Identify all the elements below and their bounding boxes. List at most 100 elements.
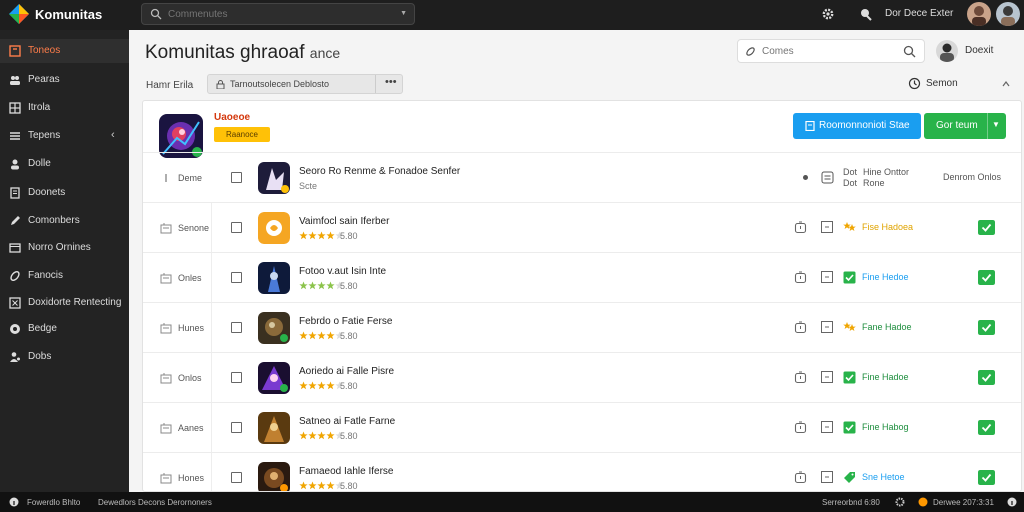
row-title[interactable]: Fotoo v.aut Isin Inte [299,266,386,277]
check-icon[interactable] [843,421,856,434]
info-icon[interactable] [799,171,812,184]
search-icon[interactable] [903,45,916,58]
table-row[interactable]: Onles Fotoo v.aut Isin Inte 5.80 Fine Hedoe [143,252,1021,303]
table-row[interactable]: Onlos Aoriedo ai Falle Pisre 5.80 Fine Hado… [143,352,1021,403]
gear-icon[interactable] [821,7,835,21]
notification-icon[interactable] [859,7,873,21]
check-icon[interactable] [978,420,995,435]
column-header[interactable]: Dot Dot [843,167,857,189]
row-title[interactable]: Febrdo o Fatie Ferse [299,316,392,327]
sidebar-item-itrola[interactable]: Itrola [0,96,129,120]
sidebar-item-toneos[interactable]: Toneos [0,39,129,63]
main-search-box[interactable] [737,39,925,63]
sidebar-item-doxidorte[interactable]: Doxidorte Rentecting [0,291,129,315]
row-title[interactable]: Famaeod Iahle Iferse [299,466,394,477]
check-icon[interactable] [978,370,995,385]
check-icon[interactable] [978,270,995,285]
sidebar-item-comonbers[interactable]: Comonbers [0,209,129,233]
chevron-down-icon[interactable]: ▼ [992,120,1000,129]
row-checkbox[interactable] [231,222,242,233]
primary-action-button[interactable]: Roomonnonioti Stae [793,113,921,139]
top-search-input[interactable] [168,7,398,22]
sidebar-item-norro-ornines[interactable]: Norro Ornines [0,236,129,260]
sidebar-item-label: Toneos [28,45,61,56]
row-checkbox[interactable] [231,272,242,283]
app-brand: Komunitas [35,7,103,22]
top-user-name[interactable]: Dor Dece Exter [885,8,953,19]
column-header[interactable]: Denrom Onlos [943,172,1001,182]
minus-box-icon[interactable] [821,321,833,333]
star-icon [317,281,326,290]
row-checkbox[interactable] [231,372,242,383]
row-checkbox[interactable] [231,472,242,483]
minus-box-icon[interactable] [821,221,833,233]
row-thumbnail[interactable] [258,262,290,294]
page-title-text: Komunitas ghraoaf [145,42,305,63]
avatar[interactable] [996,2,1020,26]
row-thumbnail[interactable] [258,412,290,444]
check-icon[interactable] [978,470,995,485]
tag-icon[interactable] [843,471,856,484]
minus-box-icon[interactable] [821,371,833,383]
table-row[interactable]: Hunes Febrdo o Fatie Ferse 5.80 Fane Hadoe [143,302,1021,353]
avatar[interactable] [967,2,991,26]
sidebar-item-tepens[interactable]: Tepens ‹ [0,124,129,148]
minus-box-icon[interactable] [821,271,833,283]
avatar[interactable] [936,40,958,62]
main-search-input[interactable] [762,44,902,59]
star-icon [299,231,308,240]
check-icon[interactable] [978,320,995,335]
row-thumbnail[interactable] [258,162,290,194]
grid-icon[interactable] [821,171,834,184]
row-title[interactable]: Satneo ai Fatle Farne [299,416,395,427]
table-row[interactable]: Aanes Satneo ai Fatle Farne 5.80 Fine Habog [143,402,1021,453]
timer-icon[interactable] [794,471,807,484]
timer-icon[interactable] [794,271,807,284]
sidebar-item-fanocis[interactable]: Fanocis [0,264,129,288]
column-header[interactable]: Hine Onttor Rone [863,167,918,189]
row-thumbnail[interactable] [258,462,290,491]
row-title[interactable]: Aoriedo ai Falle Pisre [299,366,394,377]
row-divider [211,453,212,491]
row-thumbnail[interactable] [258,212,290,244]
main-user-name[interactable]: Doexit [965,45,993,56]
timer-icon[interactable] [794,321,807,334]
sidebar-item-dobs[interactable]: Dobs [0,345,129,369]
check-icon[interactable] [843,271,856,284]
secondary-action-button[interactable]: Gor teum ▼ [924,113,1006,139]
more-options-icon[interactable]: ••• [385,76,397,88]
star-icon[interactable] [843,321,856,334]
sidebar-item-doonets[interactable]: Doonets [0,181,129,205]
row-thumbnail[interactable] [258,362,290,394]
row-title[interactable]: Vaimfocl sain Iferber [299,216,389,227]
chevron-left-icon[interactable]: ‹ [111,129,115,141]
gear-icon[interactable] [895,497,905,507]
sidebar-item-dolle[interactable]: Dolle [0,152,129,176]
toolbar-group[interactable]: Tarnoutsolecen Deblosto ••• [207,74,403,94]
minus-box-icon[interactable] [821,471,833,483]
chevron-up-icon[interactable] [1001,79,1011,89]
top-search-box[interactable]: ▼ [141,3,415,25]
table-row[interactable]: Senone Vaimfocl sain Iferber 5.80 Fise Hado… [143,202,1021,253]
check-icon[interactable] [843,371,856,384]
sidebar-item-pearas[interactable]: Pearas [0,68,129,92]
chevron-down-icon[interactable]: ▼ [400,10,407,17]
row-checkbox[interactable] [231,422,242,433]
sort-label[interactable]: Semon [926,78,958,89]
row-checkbox[interactable] [231,322,242,333]
check-icon[interactable] [978,220,995,235]
featured-tag-badge[interactable]: Raanoce [214,127,270,142]
sidebar-item-bedge[interactable]: Bedge [0,317,129,341]
row-thumbnail[interactable] [258,312,290,344]
row-title[interactable]: Seoro Ro Renme & Fonadoe Senfer [299,166,460,177]
timer-icon[interactable] [794,371,807,384]
star-icon [299,431,308,440]
table-row[interactable]: Hones Famaeod Iahle Iferse 5.80 Sne Hetoe [143,452,1021,491]
star-icon[interactable] [843,221,856,234]
select-all-checkbox[interactable] [231,172,242,183]
timer-icon[interactable] [794,421,807,434]
toolbar-group-label[interactable]: Tarnoutsolecen Deblosto [230,79,329,89]
timer-icon[interactable] [794,221,807,234]
info-icon[interactable] [1007,497,1017,507]
minus-box-icon[interactable] [821,421,833,433]
